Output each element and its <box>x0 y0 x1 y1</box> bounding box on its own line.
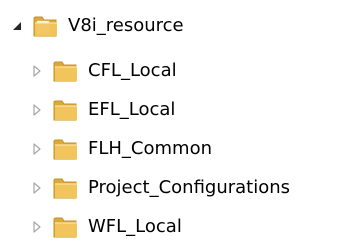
collapsed-arrow-icon[interactable] <box>26 167 48 208</box>
tree-node-label: V8i_resource <box>68 15 184 36</box>
folder-icon <box>53 137 79 161</box>
tree-node-label: WFL_Local <box>88 216 182 237</box>
tree-node-label: FLH_Common <box>88 138 212 159</box>
tree-node-label: CFL_Local <box>88 60 177 81</box>
expanded-arrow-icon[interactable] <box>6 5 28 46</box>
tree-node-wfl-local[interactable]: WFL_Local <box>26 206 182 247</box>
collapsed-arrow-icon[interactable] <box>26 206 48 247</box>
folder-tree: V8i_resource CFL_Local EFL_Local FLH_Com… <box>0 0 359 251</box>
tree-node-label: EFL_Local <box>88 99 176 120</box>
tree-node-root[interactable]: V8i_resource <box>6 5 184 46</box>
folder-icon <box>33 14 59 38</box>
folder-icon <box>53 59 79 83</box>
tree-node-project-configurations[interactable]: Project_Configurations <box>26 167 290 208</box>
collapsed-arrow-icon[interactable] <box>26 128 48 169</box>
collapsed-arrow-icon[interactable] <box>26 50 48 91</box>
tree-node-label: Project_Configurations <box>88 177 291 198</box>
collapsed-arrow-icon[interactable] <box>26 89 48 130</box>
tree-node-flh-common[interactable]: FLH_Common <box>26 128 212 169</box>
tree-node-cfl-local[interactable]: CFL_Local <box>26 50 177 91</box>
folder-icon <box>53 215 79 239</box>
tree-node-efl-local[interactable]: EFL_Local <box>26 89 175 130</box>
folder-icon <box>53 98 79 122</box>
folder-icon <box>53 176 79 200</box>
